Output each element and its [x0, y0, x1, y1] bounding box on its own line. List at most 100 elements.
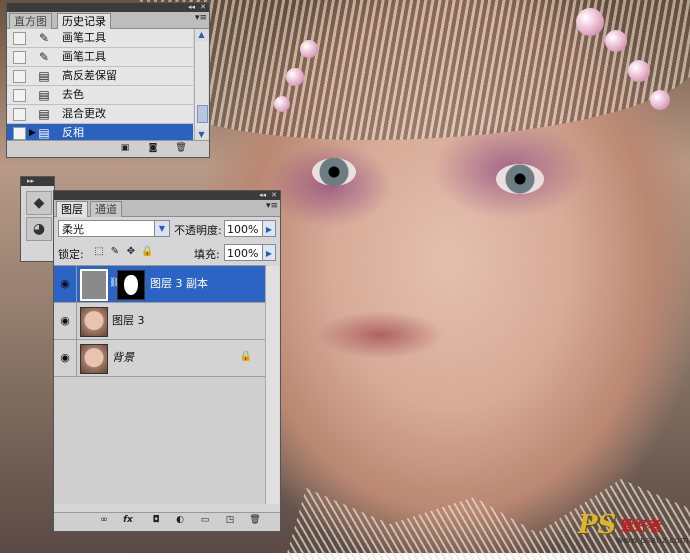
bead-decoration	[274, 96, 290, 112]
watermark-url: www.psahz.com	[616, 536, 689, 546]
layers-titlebar[interactable]: ◂◂ ✕	[54, 191, 280, 200]
eye-icon[interactable]: ◉	[58, 277, 72, 291]
watermark: PS 爱好者 www.psahz.com	[578, 510, 689, 550]
delete-icon[interactable]: 🗑	[249, 515, 261, 526]
collapse-icon[interactable]: ◂◂	[259, 191, 266, 200]
tab-histogram[interactable]: 直方图	[9, 13, 52, 29]
brush-icon: ✎	[38, 31, 50, 45]
adjustment-layer-icon[interactable]: ◐	[174, 515, 186, 526]
new-group-icon[interactable]: ▭	[199, 515, 211, 526]
layers-tabs: 图层 通道 ▾≡	[54, 200, 280, 217]
snapshot-checkbox[interactable]	[13, 51, 26, 64]
chevron-down-icon[interactable]: ▼	[154, 221, 169, 236]
snapshot-checkbox[interactable]	[13, 108, 26, 121]
history-item[interactable]: ▤ 去色	[7, 86, 193, 105]
layer-list: ◉ ⛓ 图层 3 副本 ◉ 图层 3 ◉ 背景 🔒	[54, 265, 279, 504]
expand-icon[interactable]: ▸▸	[27, 177, 34, 186]
layer-row-selected[interactable]: ◉ ⛓ 图层 3 副本	[54, 266, 266, 303]
history-item-label: 画笔工具	[62, 31, 106, 44]
divider	[76, 340, 77, 376]
lock-label: 锁定:	[58, 248, 84, 261]
panel-menu-icon[interactable]: ▾≡	[266, 201, 278, 211]
close-icon[interactable]: ✕	[271, 191, 277, 200]
bead-decoration	[300, 40, 318, 58]
collapsed-panel-strip: ▸▸ ◆ ◕	[20, 176, 55, 262]
panel-menu-icon[interactable]: ▾≡	[195, 13, 207, 23]
layer-thumbnail	[80, 344, 108, 374]
history-titlebar[interactable]: ◂◂ ✕	[7, 3, 209, 12]
lock-icon: 🔒	[239, 351, 252, 362]
mask-thumbnail[interactable]	[117, 270, 145, 300]
blend-mode-value: 柔光	[62, 223, 84, 236]
history-item-label: 混合更改	[62, 107, 106, 120]
fill-slider-arrow-icon[interactable]: ▶	[262, 244, 276, 261]
snapshot-checkbox[interactable]	[13, 127, 26, 140]
layer-row[interactable]: ◉ 图层 3	[54, 303, 266, 340]
history-item[interactable]: ▤ 高反差保留	[7, 67, 193, 86]
history-item-label: 反相	[62, 126, 84, 139]
bead-decoration	[576, 8, 604, 36]
lock-position-icon[interactable]: ✥	[125, 246, 137, 258]
layer-row[interactable]: ◉ 背景 🔒	[54, 340, 266, 377]
history-item-label: 画笔工具	[62, 50, 106, 63]
watermark-brand: PS	[578, 510, 617, 540]
snapshot-camera-icon[interactable]: ◙	[147, 143, 159, 154]
left-eye	[312, 158, 356, 186]
layers-panel: ◂◂ ✕ 图层 通道 ▾≡ 柔光 ▼ 不透明度: 100% ▶ 锁定: ⬚ ✎ …	[53, 190, 281, 532]
close-icon[interactable]: ✕	[200, 3, 206, 12]
snapshot-checkbox[interactable]	[13, 89, 26, 102]
layer-name[interactable]: 背景	[112, 351, 134, 365]
strip-titlebar[interactable]: ▸▸	[21, 177, 54, 186]
lock-transparency-icon[interactable]: ⬚	[93, 246, 105, 258]
tab-layers[interactable]: 图层	[56, 201, 88, 217]
lock-all-icon[interactable]: 🔒	[141, 246, 153, 258]
fill-label: 填充:	[194, 248, 220, 261]
bead-decoration	[650, 90, 670, 110]
bead-decoration	[286, 68, 304, 86]
opacity-slider-arrow-icon[interactable]: ▶	[262, 220, 276, 237]
eye-icon[interactable]: ◉	[58, 351, 72, 365]
link-layers-icon[interactable]: ∞	[98, 515, 110, 526]
divider	[76, 266, 77, 302]
bead-decoration	[628, 60, 650, 82]
add-mask-icon[interactable]: ◘	[150, 515, 162, 526]
scroll-thumb[interactable]	[197, 105, 208, 123]
collapse-icon[interactable]: ◂◂	[188, 3, 195, 12]
layer-name[interactable]: 图层 3	[112, 314, 145, 328]
eye-icon[interactable]: ◉	[58, 314, 72, 328]
brush-icon: ✎	[38, 50, 50, 64]
delete-icon[interactable]: 🗑	[175, 143, 187, 154]
layer-thumbnail	[80, 269, 108, 301]
snapshot-checkbox[interactable]	[13, 32, 26, 45]
tab-channels[interactable]: 通道	[90, 201, 122, 217]
document-step-icon: ▤	[38, 69, 50, 83]
blend-mode-select[interactable]: 柔光 ▼	[58, 220, 170, 237]
scroll-up-icon[interactable]: ▲	[195, 29, 208, 41]
history-item[interactable]: ✎ 画笔工具	[7, 29, 193, 48]
document-step-icon: ▤	[38, 88, 50, 102]
lock-paint-icon[interactable]: ✎	[109, 246, 121, 258]
new-document-from-state-icon[interactable]: ▣	[119, 143, 131, 154]
opacity-label: 不透明度:	[174, 224, 222, 237]
new-layer-icon[interactable]: ◳	[224, 515, 236, 526]
tab-history[interactable]: 历史记录	[57, 13, 111, 29]
history-item[interactable]: ▤ 混合更改	[7, 105, 193, 124]
blend-row: 柔光 ▼ 不透明度: 100% ▶	[54, 217, 280, 241]
watermark-cn-text: 爱好者	[620, 519, 662, 535]
layer-name[interactable]: 图层 3 副本	[150, 277, 208, 291]
history-panel: ◂◂ ✕ 直方图 历史记录 ▾≡ ✎ 画笔工具 ✎ 画笔工具 ▤ 高反差保留 ▤…	[6, 2, 210, 158]
snapshot-checkbox[interactable]	[13, 70, 26, 83]
layers-panel-icon[interactable]: ◆	[26, 191, 52, 215]
layers-scrollbar[interactable]	[265, 266, 279, 504]
hair-area	[140, 0, 690, 140]
fx-icon[interactable]: fx	[122, 515, 134, 526]
history-scrollbar[interactable]: ▲ ▼	[194, 29, 208, 141]
history-item-label: 去色	[62, 88, 84, 101]
right-eye	[496, 164, 544, 194]
layer-thumbnail	[80, 307, 108, 337]
history-list: ✎ 画笔工具 ✎ 画笔工具 ▤ 高反差保留 ▤ 去色 ▤ 混合更改 ▶ ▤ 反相	[7, 29, 193, 143]
bead-decoration	[605, 30, 627, 52]
document-step-icon: ▤	[38, 107, 50, 121]
history-item[interactable]: ✎ 画笔工具	[7, 48, 193, 67]
channels-panel-icon[interactable]: ◕	[26, 217, 52, 241]
